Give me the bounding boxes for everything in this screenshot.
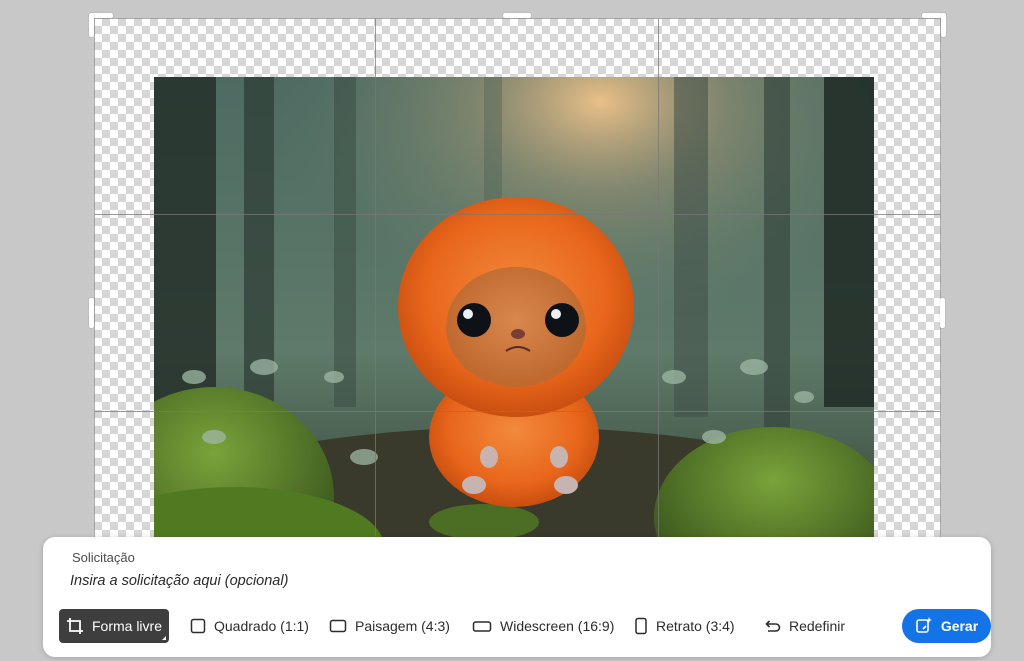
- generative-expand-icon: [915, 616, 933, 637]
- reset-button[interactable]: Redefinir: [763, 609, 845, 643]
- corner-indicator-icon: [162, 636, 166, 640]
- editor-stage: Solicitação Forma livre Quadrado (1:1): [0, 0, 1024, 661]
- crop-handle-top[interactable]: [503, 13, 531, 18]
- crop-handle-left[interactable]: [89, 298, 94, 328]
- aspect-ratio-toolbar: Forma livre Quadrado (1:1) Paisagem (4:3…: [59, 609, 991, 643]
- option-label: Forma livre: [91, 618, 162, 634]
- option-widescreen[interactable]: Widescreen (16:9): [472, 609, 614, 643]
- generate-label: Gerar: [940, 618, 979, 634]
- portrait-rect-icon: [634, 617, 648, 635]
- generate-button[interactable]: Gerar: [902, 609, 991, 643]
- prompt-input[interactable]: [70, 570, 950, 592]
- widescreen-rect-icon: [472, 618, 492, 634]
- landscape-rect-icon: [329, 618, 347, 634]
- grid-line-vertical: [375, 18, 376, 578]
- crop-handle-top-left[interactable]: [89, 13, 113, 37]
- reset-icon: [763, 618, 781, 634]
- option-label: Widescreen (16:9): [500, 618, 615, 634]
- square-icon: [190, 618, 206, 634]
- image-canvas: [154, 77, 874, 578]
- option-free-form[interactable]: Forma livre: [59, 609, 169, 643]
- option-square[interactable]: Quadrado (1:1): [190, 609, 309, 643]
- option-label: Retrato (3:4): [656, 618, 735, 634]
- reset-label: Redefinir: [789, 618, 846, 634]
- prompt-panel: Solicitação Forma livre Quadrado (1:1): [43, 537, 991, 657]
- forest-creature-image: [154, 77, 874, 578]
- option-label: Quadrado (1:1): [214, 618, 309, 634]
- crop-icon: [66, 617, 84, 635]
- option-portrait[interactable]: Retrato (3:4): [634, 609, 735, 643]
- option-landscape[interactable]: Paisagem (4:3): [329, 609, 450, 643]
- grid-line-vertical: [658, 18, 659, 578]
- option-label: Paisagem (4:3): [355, 618, 450, 634]
- prompt-label: Solicitação: [72, 550, 135, 565]
- crop-handle-right[interactable]: [940, 298, 945, 328]
- grid-line-horizontal: [94, 214, 941, 215]
- grid-line-horizontal: [94, 411, 941, 412]
- crop-handle-top-right[interactable]: [922, 13, 946, 37]
